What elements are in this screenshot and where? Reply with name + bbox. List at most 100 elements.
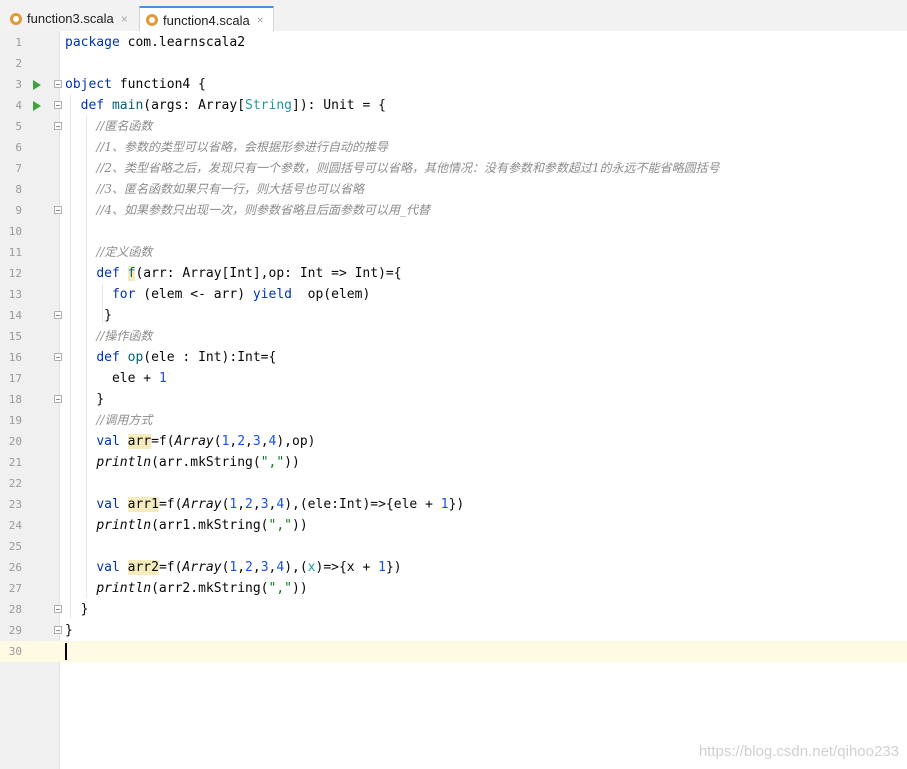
code-text: //调用方式: [65, 410, 152, 431]
close-icon[interactable]: ×: [121, 12, 128, 26]
code-text: object function4 {: [65, 74, 206, 95]
token: (arr2.mkString(: [151, 581, 269, 596]
code-line: 9 //4、如果参数只出现一次，则参数省略且后面参数可以用_代替: [0, 200, 907, 221]
line-number: 21: [8, 456, 22, 469]
token: ),(: [284, 560, 308, 575]
fold-icon[interactable]: [54, 122, 62, 130]
code-text: }: [65, 305, 112, 326]
token: }): [448, 497, 465, 512]
watermark: https://blog.csdn.net/qihoo233: [698, 743, 899, 760]
code-text: println(arr2.mkString(",")): [65, 578, 307, 599]
comment: //定义函数: [96, 245, 153, 259]
fold-icon[interactable]: [54, 101, 62, 109]
token: ),(ele:Int)=>{ele +: [284, 497, 441, 512]
current-line: 30: [0, 641, 907, 662]
text-caret: [65, 643, 67, 660]
code-line: 20 val arr=f(Array(1,2,3,4),op): [0, 431, 907, 452]
code-line: 12 def f(arr: Array[Int],op: Int => Int)…: [0, 263, 907, 284]
line-number: 10: [8, 225, 22, 238]
tab-function4[interactable]: function4.scala ×: [139, 6, 274, 32]
token: val: [96, 497, 120, 512]
token: op: [127, 350, 144, 365]
token: val: [96, 560, 120, 575]
token: ,: [237, 497, 246, 512]
token: 2: [245, 497, 253, 512]
fold-icon[interactable]: [54, 206, 62, 214]
line-number: 27: [8, 582, 22, 595]
code-line: 17 ele + 1: [0, 368, 907, 389]
code-line: 10: [0, 221, 907, 242]
run-icon[interactable]: [33, 101, 41, 111]
token: Array: [182, 497, 222, 512]
token: }: [65, 623, 73, 638]
code-line: 11 //定义函数: [0, 242, 907, 263]
scala-file-icon: [146, 14, 158, 26]
line-number: 1: [15, 36, 22, 49]
fold-icon[interactable]: [54, 311, 62, 319]
fold-icon[interactable]: [54, 605, 62, 613]
code-line: 2: [0, 53, 907, 74]
code-line: 16 def op(ele : Int):Int={: [0, 347, 907, 368]
close-icon[interactable]: ×: [257, 13, 264, 27]
token: 4: [276, 560, 285, 575]
line-number: 17: [8, 372, 22, 385]
tab-function3[interactable]: function3.scala ×: [4, 6, 134, 31]
fold-icon[interactable]: [54, 395, 62, 403]
token: 1: [378, 560, 386, 575]
token: x: [307, 560, 316, 575]
line-number: 30: [8, 645, 22, 658]
token: ,: [252, 497, 261, 512]
token: ",": [268, 518, 292, 533]
token: ,: [260, 434, 269, 449]
token: (args: Array[: [143, 98, 246, 113]
token: ",": [260, 455, 285, 470]
line-number: 18: [8, 393, 22, 406]
line-number: 22: [8, 477, 22, 490]
token: println: [96, 581, 152, 596]
code-text: //4、如果参数只出现一次，则参数省略且后面参数可以用_代替: [65, 200, 430, 221]
run-icon[interactable]: [33, 80, 41, 90]
comment: //4、如果参数只出现一次，则参数省略且后面参数可以用_代替: [96, 203, 431, 217]
code-line: 15 //操作函数: [0, 326, 907, 347]
code-text: //2、类型省略之后，发现只有一个参数，则圆括号可以省略，其他情况：没有参数和参…: [65, 158, 719, 179]
token: arr: [127, 434, 152, 449]
fold-icon[interactable]: [54, 80, 62, 88]
code-line: 13 for (elem <- arr) yield op(elem): [0, 284, 907, 305]
comment: //调用方式: [96, 413, 153, 427]
code-text: //3、匿名函数如果只有一行，则大括号也可以省略: [65, 179, 364, 200]
code-text: def main(args: Array[String]): Unit = {: [65, 95, 386, 116]
token: 3: [260, 560, 269, 575]
code-line: 18 }: [0, 389, 907, 410]
code-text: [65, 641, 67, 662]
code-line: 22: [0, 473, 907, 494]
code-text: val arr2=f(Array(1,2,3,4),(x)=>{x + 1}): [65, 557, 402, 578]
line-number: 6: [15, 141, 22, 154]
code-text: //定义函数: [65, 242, 152, 263]
line-number: 26: [8, 561, 22, 574]
line-number: 19: [8, 414, 22, 427]
token: ",": [268, 581, 292, 596]
code-line: 25: [0, 536, 907, 557]
code-line: 4 def main(args: Array[String]): Unit = …: [0, 95, 907, 116]
code-line: 23 val arr1=f(Array(1,2,3,4),(ele:Int)=>…: [0, 494, 907, 515]
fold-icon[interactable]: [54, 353, 62, 361]
code-text: }: [65, 599, 89, 620]
line-number: 13: [8, 288, 22, 301]
fold-icon[interactable]: [54, 626, 62, 634]
token: com.learnscala2: [119, 35, 246, 50]
code-text: //1、参数的类型可以省略，会根据形参进行自动的推导: [65, 137, 388, 158]
code-text: for (elem <- arr) yield op(elem): [65, 284, 370, 305]
token: }: [104, 308, 112, 323]
token: function4 {: [111, 77, 206, 92]
token: def: [80, 98, 105, 113]
code-text: //匿名函数: [65, 116, 152, 137]
code-text: println(arr1.mkString(",")): [65, 515, 307, 536]
token: for: [111, 287, 136, 302]
token: op(elem): [292, 287, 371, 302]
code-text: package com.learnscala2: [65, 32, 245, 53]
token: arr1: [127, 497, 159, 512]
code-line: 27 println(arr2.mkString(",")): [0, 578, 907, 599]
token: 1: [440, 497, 449, 512]
token: ,: [245, 434, 253, 449]
token: =f(: [158, 560, 183, 575]
